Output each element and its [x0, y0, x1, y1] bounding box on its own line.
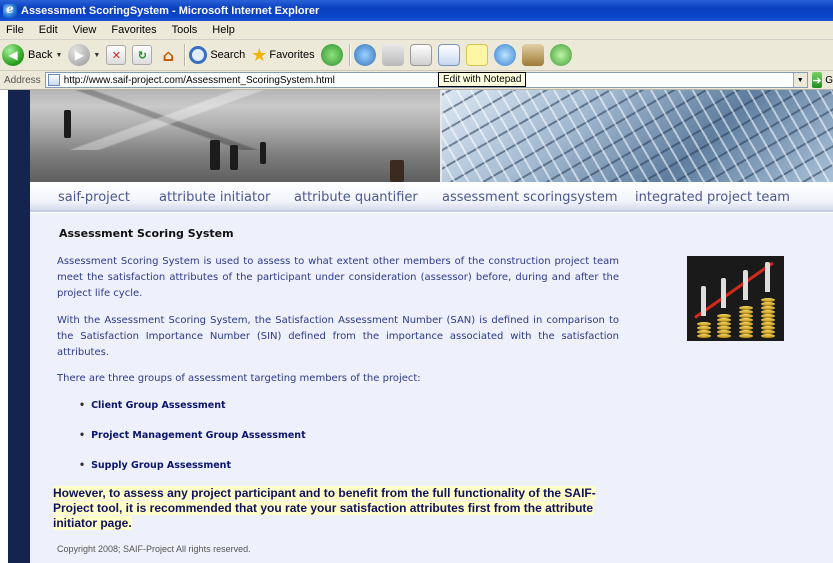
go-arrow-icon[interactable]: ➔	[811, 72, 823, 88]
menu-view[interactable]: View	[67, 24, 106, 36]
nav-link-assessment-scoringsystem[interactable]: assessment scoringsystem	[442, 190, 618, 205]
window-title: Assessment ScoringSystem - Microsoft Int…	[21, 4, 320, 17]
research-icon[interactable]	[521, 44, 544, 66]
forward-button[interactable]: ▶ ▼	[68, 42, 100, 68]
nav-link-saif-project[interactable]: saif-project	[58, 190, 130, 205]
back-button[interactable]: ◀ Back ▼	[2, 42, 62, 68]
link-client-group-assessment[interactable]: Client Group Assessment	[79, 400, 225, 411]
menu-help[interactable]: Help	[206, 24, 244, 36]
address-input[interactable]: http://www.saif-project.com/Assessment_S…	[44, 72, 808, 88]
standard-toolbar: ◀ Back ▼ ▶ ▼ ✕ ↻ ⌂ Search ★ Favorites	[0, 40, 833, 71]
nav-link-integrated-project-team[interactable]: integrated project team	[635, 190, 790, 205]
back-dropdown-icon[interactable]: ▼	[55, 52, 62, 59]
nav-link-attribute-quantifier[interactable]: attribute quantifier	[294, 190, 418, 205]
edit-icon[interactable]	[437, 44, 460, 66]
link-project-management-group-assessment[interactable]: Project Management Group Assessment	[79, 430, 306, 441]
forward-arrow-icon: ▶	[68, 44, 91, 66]
mail-icon[interactable]	[381, 44, 404, 66]
edit-with-notepad-tooltip: Edit with Notepad	[438, 72, 527, 87]
address-dropdown-icon[interactable]: ▼	[792, 73, 807, 87]
menu-tools[interactable]: Tools	[166, 24, 207, 36]
stop-icon: ✕	[106, 45, 127, 65]
recommendation-text: However, to assess any project participa…	[53, 486, 596, 530]
link-supply-group-assessment[interactable]: Supply Group Assessment	[79, 460, 231, 471]
go-label[interactable]: G	[825, 75, 833, 86]
page-sidebar-band	[8, 90, 30, 563]
messenger-icon[interactable]	[549, 44, 572, 66]
refresh-button[interactable]: ↻	[132, 42, 153, 68]
search-label: Search	[210, 49, 246, 61]
groups-paragraph: There are three groups of assessment tar…	[57, 373, 421, 384]
back-arrow-icon: ◀	[2, 44, 24, 66]
recommendation-note: However, to assess any project participa…	[53, 486, 621, 531]
page-viewport[interactable]: saif-project attribute initiator attribu…	[0, 90, 833, 563]
favorites-button[interactable]: ★ Favorites	[251, 42, 314, 68]
nav-link-attribute-initiator[interactable]: attribute initiator	[159, 190, 270, 205]
menu-favorites[interactable]: Favorites	[105, 24, 165, 36]
notepad-icon[interactable]	[465, 44, 488, 66]
print-icon[interactable]	[409, 44, 432, 66]
banner-glass-building-photo	[442, 90, 833, 182]
toolbar-separator	[348, 44, 350, 66]
copyright-footer: Copyright 2008; SAIF-Project All rights …	[57, 544, 251, 554]
address-bar: Address http://www.saif-project.com/Asse…	[0, 71, 833, 90]
favorites-star-icon: ★	[251, 44, 268, 65]
menu-bar: File Edit View Favorites Tools Help	[0, 21, 833, 40]
main-nav: saif-project attribute initiator attribu…	[30, 182, 833, 212]
page-title: Assessment Scoring System	[59, 227, 234, 240]
address-label: Address	[4, 74, 41, 86]
home-icon: ⌂	[162, 45, 175, 65]
internet-explorer-icon	[3, 2, 17, 18]
favorites-label: Favorites	[269, 49, 315, 61]
page-icon	[47, 74, 60, 86]
menu-file[interactable]: File	[0, 24, 33, 36]
search-button[interactable]: Search	[189, 42, 245, 68]
back-label: Back	[28, 49, 53, 61]
address-url[interactable]: http://www.saif-project.com/Assessment_S…	[64, 75, 793, 86]
page-left-margin	[0, 90, 8, 563]
media-icon[interactable]	[320, 44, 343, 66]
business-growth-illustration	[687, 256, 784, 341]
forward-dropdown-icon[interactable]: ▼	[93, 52, 100, 59]
window-titlebar[interactable]: Assessment ScoringSystem - Microsoft Int…	[0, 0, 833, 21]
refresh-icon: ↻	[132, 45, 153, 65]
san-paragraph: With the Assessment Scoring System, the …	[57, 315, 619, 358]
header-banner	[30, 90, 833, 182]
intro-paragraph: Assessment Scoring System is used to ass…	[57, 256, 619, 299]
toolbar-separator	[184, 44, 186, 66]
stop-button[interactable]: ✕	[106, 42, 127, 68]
msn-icon[interactable]	[493, 44, 516, 66]
search-icon	[189, 46, 208, 64]
home-button[interactable]: ⌂	[158, 42, 178, 68]
banner-plaza-photo	[30, 90, 442, 182]
menu-edit[interactable]: Edit	[33, 24, 67, 36]
history-icon[interactable]	[353, 44, 376, 66]
content-area: Assessment Scoring System Assessment Sco…	[30, 213, 833, 563]
